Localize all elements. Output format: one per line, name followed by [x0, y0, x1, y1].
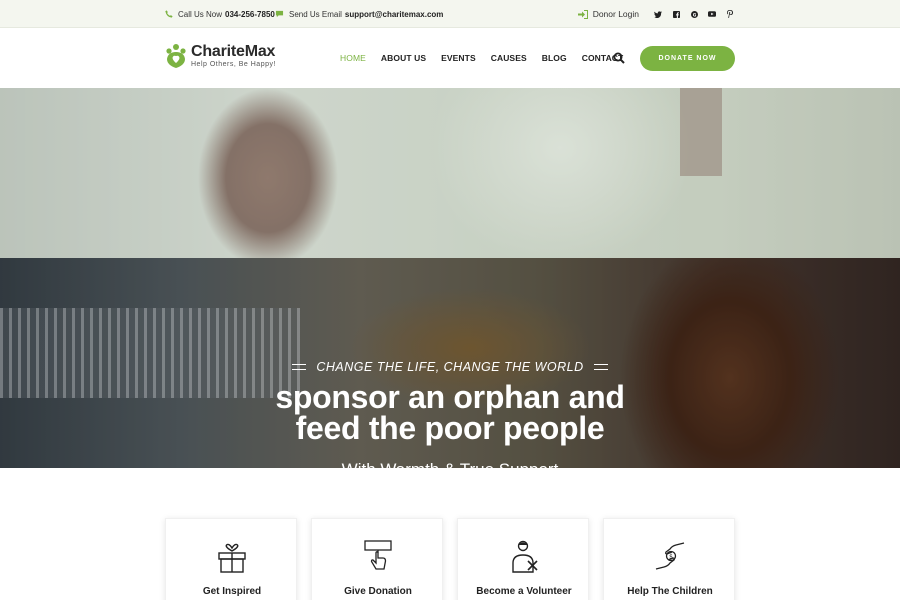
hero-photo-child-portrait — [0, 88, 900, 258]
feature-card-become-volunteer[interactable]: Become a Volunteer — [457, 518, 589, 600]
donor-login-link[interactable]: Donor Login — [577, 9, 639, 19]
call-info: Call Us Now 034-256-7850 — [165, 0, 275, 28]
brand-tagline: Help Others, Be Happy! — [191, 61, 276, 68]
facebook-icon[interactable] — [669, 7, 683, 21]
youtube-icon[interactable] — [705, 7, 719, 21]
google-plus-icon[interactable]: G — [687, 7, 701, 21]
feature-card-title: Get Inspired — [202, 586, 262, 597]
gift-box-heart-icon — [218, 543, 246, 573]
nav-item-events[interactable]: EVENTS — [441, 53, 476, 63]
hero-tagline-text: CHANGE THE LIFE, CHANGE THE WORLD — [316, 360, 584, 374]
feature-cards: Get Inspired Give Donation Become a Volu… — [165, 518, 735, 600]
brand-name: ChariteMax — [191, 43, 276, 60]
email-info: Send Us Email support@charitemax.com — [275, 0, 443, 28]
nav-item-causes[interactable]: CAUSES — [491, 53, 527, 63]
phone-icon — [165, 10, 173, 18]
top-bar: Call Us Now 034-256-7850 Send Us Email s… — [0, 0, 900, 28]
pinterest-icon[interactable] — [723, 7, 737, 21]
feature-card-title: Give Donation — [344, 586, 412, 597]
email-address[interactable]: support@charitemax.com — [345, 10, 444, 19]
nav-item-home[interactable]: HOME — [340, 53, 366, 63]
search-button[interactable] — [613, 51, 627, 65]
hero-subline: With Warmth & True Support — [0, 460, 900, 468]
donate-hand-icon — [364, 540, 392, 570]
donate-now-button[interactable]: DONATE NOW — [640, 46, 735, 71]
hero-headline-line2: feed the poor people — [295, 410, 605, 446]
feature-card-title: Become a Volunteer — [476, 586, 572, 597]
twitter-icon[interactable] — [651, 7, 665, 21]
feature-card-get-inspired[interactable]: Get Inspired — [165, 518, 297, 600]
logo-mark-icon — [166, 44, 186, 68]
volunteer-icon — [512, 540, 538, 573]
feature-card-title: Help The Children — [627, 586, 713, 597]
call-label: Call Us Now — [178, 9, 223, 19]
hero-headline-line1: sponsor an orphan and — [275, 379, 625, 415]
site-header: ChariteMax Help Others, Be Happy! HOME A… — [0, 28, 900, 88]
chat-bubble-icon — [275, 10, 284, 18]
feature-card-give-donation[interactable]: Give Donation — [311, 518, 443, 600]
call-number[interactable]: 034-256-7850 — [225, 10, 275, 19]
feature-card-help-children[interactable]: $ Help The Children — [603, 518, 735, 600]
hero-headline: sponsor an orphan and feed the poor peop… — [0, 379, 900, 446]
hero-tagline: CHANGE THE LIFE, CHANGE THE WORLD — [0, 360, 900, 374]
hero-banner: CHANGE THE LIFE, CHANGE THE WORLD sponso… — [0, 88, 900, 468]
email-label: Send Us Email — [289, 9, 342, 19]
brand-logo[interactable]: ChariteMax Help Others, Be Happy! — [165, 43, 276, 69]
login-icon — [577, 9, 588, 19]
main-nav: HOME ABOUT US EVENTS CAUSES BLOG CONTACT — [340, 28, 638, 88]
search-icon — [613, 52, 625, 64]
topbar-right: Donor Login G — [577, 0, 737, 28]
nav-item-about-us[interactable]: ABOUT US — [381, 53, 426, 63]
svg-text:G: G — [692, 12, 696, 18]
nav-item-blog[interactable]: BLOG — [542, 53, 567, 63]
helping-hands-icon: $ — [655, 542, 685, 570]
donor-login-label: Donor Login — [592, 9, 639, 19]
